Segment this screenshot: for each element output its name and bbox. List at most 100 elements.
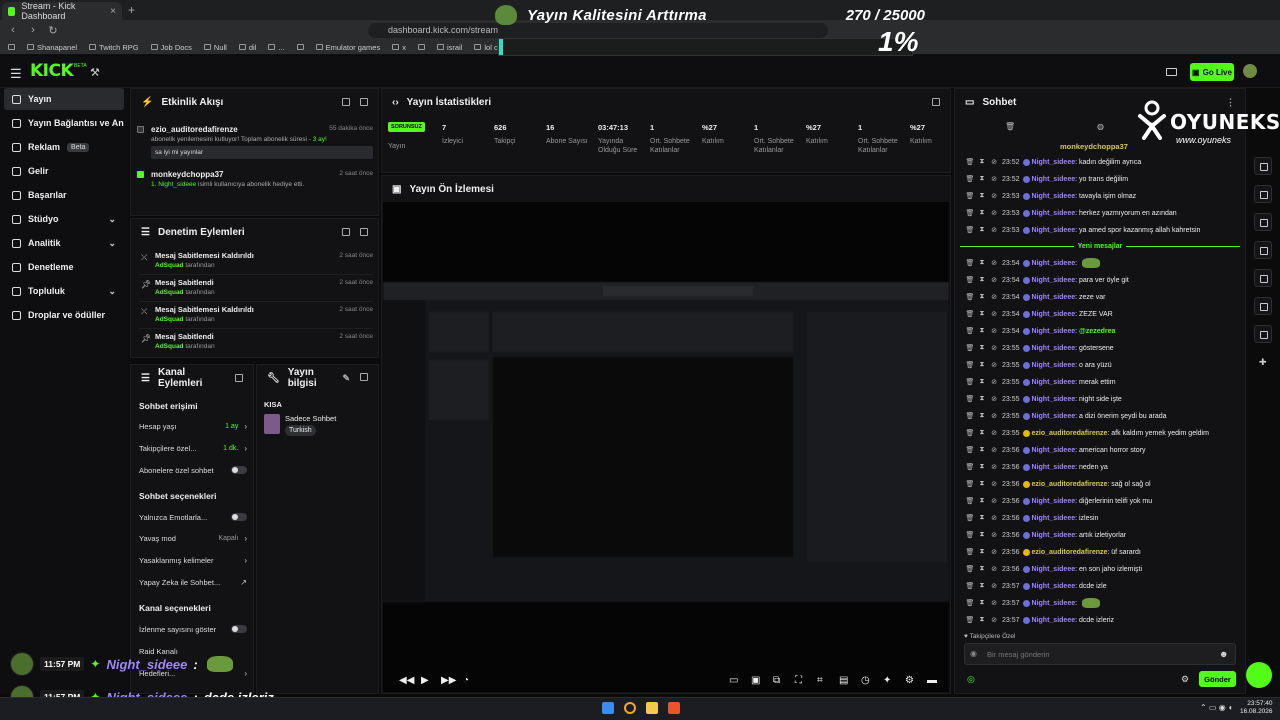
followers-only-setting[interactable]: Takipçilere özel... 1 dk. ›	[139, 441, 247, 455]
video-player[interactable]: ◀◀ ▶ ▶▶ ◔ ▭ ▣ ⧉ ⛶ ⌗ ▤ ◷ ✦ ⚙ ▬	[383, 202, 949, 692]
timeout-icon[interactable]: ⧗	[976, 514, 988, 522]
ban-icon[interactable]: ⊘	[988, 599, 1000, 607]
points-icon[interactable]: ◎	[967, 674, 975, 685]
tag-chip[interactable]: Turkish	[285, 425, 316, 436]
timeout-icon[interactable]: ⧗	[976, 276, 988, 284]
timeout-icon[interactable]: ⧗	[976, 327, 988, 335]
browser-icon[interactable]	[668, 702, 680, 714]
chat-message[interactable]: 🗑︎ ⧗ ⊘ 23:56 Night_sideee: diğerlerinin teli…	[964, 494, 1244, 508]
ban-icon[interactable]: ⊘	[988, 327, 1000, 335]
message-username[interactable]: Night_sideee	[1032, 515, 1076, 522]
timeout-icon[interactable]: ⧗	[976, 293, 988, 301]
bookmark[interactable]	[417, 44, 425, 50]
chat-message[interactable]: 🗑︎ ⧗ ⊘ 23:56 Night_sideee: neden ya	[964, 460, 1244, 474]
popout-icon[interactable]	[932, 98, 940, 106]
bookmark[interactable]: dil	[238, 43, 256, 52]
message-username[interactable]: Night_sideee	[1032, 379, 1076, 386]
help-button[interactable]	[1246, 662, 1272, 688]
timeout-icon[interactable]: ⧗	[976, 429, 988, 437]
message-username[interactable]: Night_sideee	[1032, 532, 1076, 539]
chat-message[interactable]: 🗑︎ ⧗ ⊘ 23:56 Night_sideee: artık izletiyorla…	[964, 528, 1244, 542]
bookmark[interactable]: ...	[268, 43, 285, 52]
back-icon[interactable]: ‹	[6, 24, 20, 36]
chat-message[interactable]: 🗑︎ ⧗ ⊘ 23:56 ezio_auditoredafirenze: sağ ol …	[964, 477, 1244, 491]
timeout-icon[interactable]: ⧗	[976, 192, 988, 200]
close-tab-icon[interactable]: ×	[110, 6, 116, 17]
chat-message[interactable]: 🗑︎ ⧗ ⊘ 23:57 Night_sideee: dcde izleriz	[964, 613, 1244, 627]
chat-message[interactable]: 🗑︎ ⧗ ⊘ 23:54 Night_sideee:	[964, 256, 1244, 270]
message-username[interactable]: Night_sideee	[1032, 328, 1076, 335]
rewind-icon[interactable]: ◀◀	[399, 675, 414, 686]
timeout-icon[interactable]: ⧗	[976, 497, 988, 505]
timeout-icon[interactable]: ⧗	[976, 378, 988, 386]
chat-message[interactable]: 🗑︎ ⧗ ⊘ 23:52 Night_sideee: yo trans değilim	[964, 172, 1244, 186]
timeout-icon[interactable]: ⧗	[976, 463, 988, 471]
subs-only-toggle[interactable]	[231, 466, 247, 474]
sidebar-item-studio[interactable]: Stüdyo ⌄	[4, 208, 124, 230]
ban-icon[interactable]: ⊘	[988, 378, 1000, 386]
bookmark[interactable]: x	[392, 43, 406, 52]
rail-monitor-button[interactable]	[1254, 157, 1272, 175]
trash-icon[interactable]: 🗑︎	[1005, 122, 1015, 131]
ban-icon[interactable]: ⊘	[988, 158, 1000, 166]
delete-icon[interactable]: 🗑︎	[964, 446, 976, 454]
rail-code-button[interactable]	[1254, 269, 1272, 287]
chat-message[interactable]: 🗑︎ ⧗ ⊘ 23:56 ezio_auditoredafirenze: üf sara…	[964, 545, 1244, 559]
delete-icon[interactable]: 🗑︎	[964, 582, 976, 590]
windows-start-icon[interactable]	[602, 702, 614, 714]
ban-icon[interactable]: ⊘	[988, 276, 1000, 284]
sidebar-item-stream-key[interactable]: Yayın Bağlantısı ve Anahtarı	[4, 112, 124, 134]
delete-icon[interactable]: 🗑︎	[964, 276, 976, 284]
activity-user[interactable]: monkeydchoppa37	[151, 170, 223, 179]
message-username[interactable]: ezio_auditoredafirenze	[1032, 430, 1108, 437]
message-username[interactable]: Night_sideee	[1032, 498, 1076, 505]
timeout-icon[interactable]: ⧗	[976, 158, 988, 166]
bookmark[interactable]: Emulator games	[315, 43, 380, 52]
rail-chat-button[interactable]	[1254, 241, 1272, 259]
chat-message[interactable]: 🗑︎ ⧗ ⊘ 23:56 Night_sideee: american horror s…	[964, 443, 1244, 457]
hamburger-menu-icon[interactable]: ☰	[10, 66, 22, 82]
delete-icon[interactable]: 🗑︎	[964, 378, 976, 386]
timeout-icon[interactable]: ⧗	[976, 480, 988, 488]
chat-message[interactable]: 🗑︎ ⧗ ⊘ 23:55 Night_sideee: a dizi önerim şey…	[964, 409, 1244, 423]
bookmark[interactable]	[296, 44, 304, 50]
timeout-icon[interactable]: ⧗	[976, 175, 988, 183]
message-username[interactable]: Night_sideee	[1032, 396, 1076, 403]
delete-icon[interactable]: 🗑︎	[964, 531, 976, 539]
emote-picker-icon[interactable]: ◉	[970, 649, 977, 658]
chat-message[interactable]: 🗑︎ ⧗ ⊘ 23:54 Night_sideee: ZEZE VAR	[964, 307, 1244, 321]
ban-icon[interactable]: ⊘	[988, 616, 1000, 624]
delete-icon[interactable]: 🗑︎	[964, 209, 976, 217]
chat-message[interactable]: 🗑︎ ⧗ ⊘ 23:55 Night_sideee: merak ettim	[964, 375, 1244, 389]
ban-icon[interactable]: ⊘	[988, 361, 1000, 369]
ban-icon[interactable]: ⊘	[988, 344, 1000, 352]
edit-icon[interactable]: ✎	[342, 373, 350, 384]
emoji-icon[interactable]: ☻	[1219, 649, 1228, 659]
message-username[interactable]: Night_sideee	[1032, 210, 1076, 217]
ban-icon[interactable]: ⊘	[988, 395, 1000, 403]
system-tray-icon[interactable]: ⌃ ▭ ◉ ◖	[1200, 703, 1233, 712]
chat-message[interactable]: 🗑︎ ⧗ ⊘ 23:55 Night_sideee: göstersene	[964, 341, 1244, 355]
sparkle-icon[interactable]: ✦	[883, 675, 891, 686]
kick-logo[interactable]: KICK	[30, 61, 74, 81]
ban-icon[interactable]: ⊘	[988, 412, 1000, 420]
slow-mode-setting[interactable]: Yavaş mod Kapalı ›	[139, 531, 247, 545]
send-button[interactable]: Gönder	[1199, 671, 1236, 687]
stats-icon[interactable]: ▤	[839, 675, 848, 686]
rail-wrench-button[interactable]	[1254, 325, 1272, 343]
delete-icon[interactable]: 🗑︎	[964, 192, 976, 200]
monitor-icon[interactable]	[1166, 68, 1177, 76]
chat-message[interactable]: 🗑︎ ⧗ ⊘ 23:54 Night_sideee: para ver öyle git	[964, 273, 1244, 287]
delete-icon[interactable]: 🗑︎	[964, 497, 976, 505]
volume-icon[interactable]: ◔	[463, 675, 469, 686]
delete-icon[interactable]: 🗑︎	[964, 175, 976, 183]
theater-icon[interactable]: ▬	[927, 675, 937, 686]
ban-icon[interactable]: ⊘	[988, 531, 1000, 539]
clock[interactable]: 23:57:40 16.08.2026	[1240, 700, 1273, 717]
chat-message[interactable]: 🗑︎ ⧗ ⊘ 23:55 Night_sideee: night side işte	[964, 392, 1244, 406]
delete-icon[interactable]: 🗑︎	[964, 548, 976, 556]
crop-icon[interactable]: ⌗	[817, 675, 823, 686]
search-icon[interactable]	[624, 702, 636, 714]
chat-message[interactable]: 🗑︎ ⧗ ⊘ 23:57 Night_sideee:	[964, 596, 1244, 610]
ban-icon[interactable]: ⊘	[988, 192, 1000, 200]
